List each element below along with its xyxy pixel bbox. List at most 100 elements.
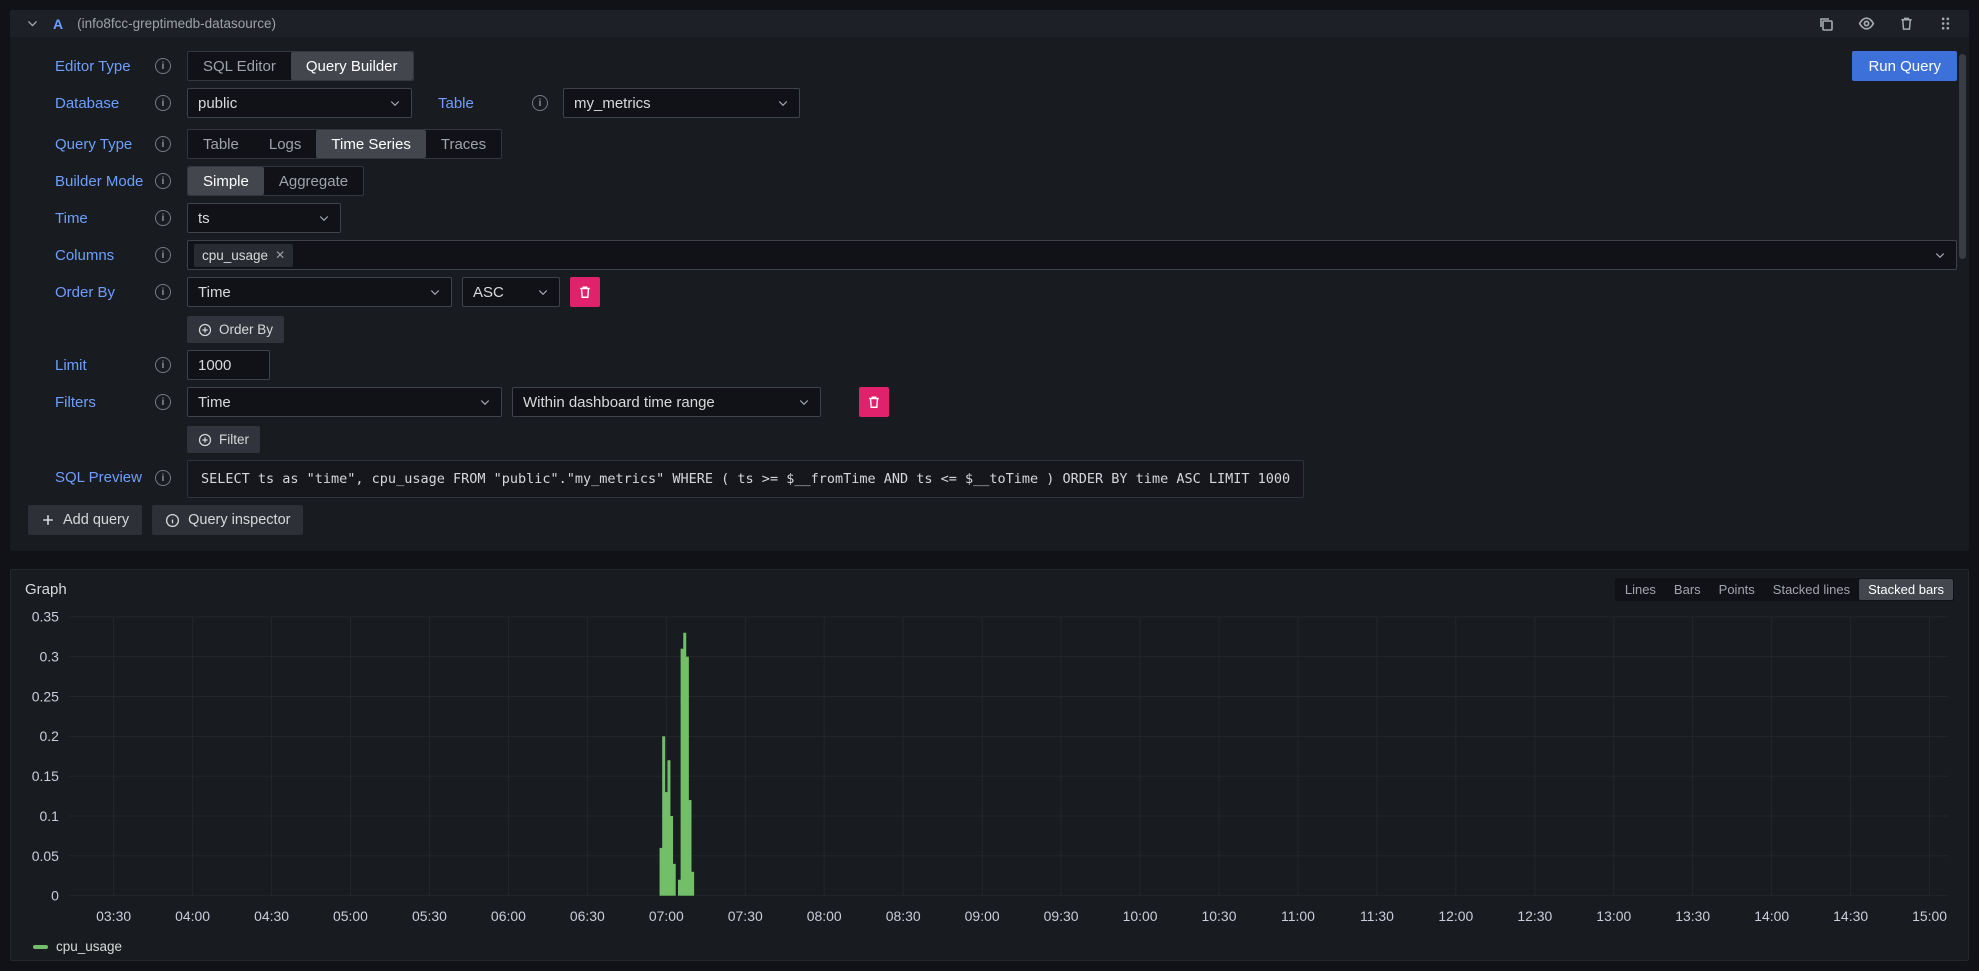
info-icon [155,210,171,226]
run-query-button[interactable]: Run Query [1852,51,1957,81]
svg-text:14:00: 14:00 [1754,908,1789,924]
database-label: Database [55,95,119,112]
svg-text:13:00: 13:00 [1596,908,1631,924]
svg-text:13:30: 13:30 [1675,908,1710,924]
add-query-button[interactable]: Add query [28,505,142,535]
info-icon [155,136,171,152]
chevron-down-icon [308,212,330,224]
table-select[interactable]: my_metrics [563,88,800,118]
row-sql-preview: SQL Preview SELECT ts as "time", cpu_usa… [10,460,1969,498]
query-footer: Add query Query inspector [10,505,1969,551]
time-label: Time [55,210,88,227]
editor-type-label-wrap: Editor Type [55,58,171,75]
builder-mode-option-aggregate[interactable]: Aggregate [264,167,363,195]
columns-label: Columns [55,247,114,264]
svg-text:10:00: 10:00 [1123,908,1158,924]
order-by-direction-value: ASC [473,284,504,301]
query-inspector-button[interactable]: Query inspector [152,505,303,535]
remove-order-by-button[interactable] [570,277,600,307]
svg-text:14:30: 14:30 [1833,908,1868,924]
query-type-toggle: Table Logs Time Series Traces [187,129,502,159]
query-row-header[interactable]: A (info8fcc-greptimedb-datasource) [10,10,1969,37]
scrollbar-thumb[interactable] [1959,54,1966,259]
chevron-down-icon [469,396,491,408]
drag-handle-icon[interactable] [1938,16,1953,31]
add-filter-button[interactable]: Filter [187,426,260,453]
filter-field-select[interactable]: Time [187,387,502,417]
viz-option-stacked-bars[interactable]: Stacked bars [1859,579,1953,600]
chevron-down-icon[interactable] [26,17,39,30]
svg-text:12:30: 12:30 [1517,908,1552,924]
row-add-order-by: Order By [10,316,1969,343]
svg-text:0.05: 0.05 [32,848,59,864]
database-select[interactable]: public [187,88,412,118]
query-type-option-table[interactable]: Table [188,130,254,158]
remove-tag-icon[interactable] [275,248,285,262]
legend-series-label[interactable]: cpu_usage [56,939,122,954]
copy-icon[interactable] [1818,16,1834,32]
svg-text:08:30: 08:30 [886,908,921,924]
filter-condition-select[interactable]: Within dashboard time range [512,387,821,417]
query-builder-form: Editor Type SQL Editor Query Builder Run… [10,37,1969,505]
sql-preview-box: SELECT ts as "time", cpu_usage FROM "pub… [187,460,1304,498]
add-query-label: Add query [63,512,129,528]
query-type-option-time-series[interactable]: Time Series [316,130,425,158]
svg-text:0: 0 [51,888,59,904]
svg-text:10:30: 10:30 [1202,908,1237,924]
viz-option-stacked-lines[interactable]: Stacked lines [1764,579,1859,600]
chevron-down-icon [767,97,789,109]
query-type-option-logs[interactable]: Logs [254,130,317,158]
builder-mode-option-simple[interactable]: Simple [188,167,264,195]
row-limit: Limit [10,350,1969,380]
add-filter-label: Filter [219,432,249,447]
row-database-table: Database public Table my_metrics [10,88,1969,118]
info-circle-icon [165,513,180,528]
editor-type-option-sql-editor[interactable]: SQL Editor [188,52,291,80]
svg-text:11:30: 11:30 [1360,908,1394,924]
builder-mode-label-wrap: Builder Mode [55,173,171,190]
page: A (info8fcc-greptimedb-datasource) Edito… [0,0,1979,971]
graph-panel-title: Graph [25,581,67,598]
order-by-direction-select[interactable]: ASC [462,277,560,307]
viz-option-lines[interactable]: Lines [1616,579,1665,600]
svg-text:09:00: 09:00 [965,908,1000,924]
filter-condition-value: Within dashboard time range [523,394,715,411]
editor-type-option-query-builder[interactable]: Query Builder [291,52,413,80]
chevron-down-icon [419,286,441,298]
remove-filter-button[interactable] [859,387,889,417]
svg-text:0.15: 0.15 [32,768,59,784]
query-type-label: Query Type [55,136,132,153]
sql-preview-label-wrap: SQL Preview [55,469,171,486]
graph-panel-header: Graph Lines Bars Points Stacked lines St… [19,576,1960,607]
graph-svg: 00.050.10.150.20.250.30.3503:3004:0004:3… [19,607,1960,933]
trash-icon[interactable] [1899,16,1914,31]
row-builder-mode: Builder Mode Simple Aggregate [10,166,1969,196]
filter-field-value: Time [198,394,231,411]
row-editor-type: Editor Type SQL Editor Query Builder Run… [10,51,1969,81]
info-icon [155,247,171,263]
limit-input[interactable] [187,350,270,380]
trash-icon [867,395,881,409]
table-label-wrap: Table [438,95,548,112]
eye-icon[interactable] [1858,15,1875,32]
row-columns: Columns cpu_usage [10,240,1969,270]
query-ref-id: A [53,16,63,32]
viz-option-points[interactable]: Points [1710,579,1764,600]
svg-text:06:00: 06:00 [491,908,526,924]
svg-text:0.2: 0.2 [40,728,59,744]
chevron-down-icon [788,396,810,408]
time-select[interactable]: ts [187,203,341,233]
table-label: Table [438,95,474,112]
order-by-field-select[interactable]: Time [187,277,452,307]
viz-option-bars[interactable]: Bars [1665,579,1710,600]
svg-text:08:00: 08:00 [807,908,842,924]
svg-text:05:00: 05:00 [333,908,368,924]
columns-multiselect[interactable]: cpu_usage [187,240,1957,270]
query-type-option-traces[interactable]: Traces [426,130,501,158]
info-icon [155,58,171,74]
legend-series-swatch [33,945,48,949]
graph-legend: cpu_usage [19,933,1960,956]
column-tag: cpu_usage [194,244,293,267]
svg-text:0.3: 0.3 [40,649,60,665]
add-order-by-button[interactable]: Order By [187,316,284,343]
